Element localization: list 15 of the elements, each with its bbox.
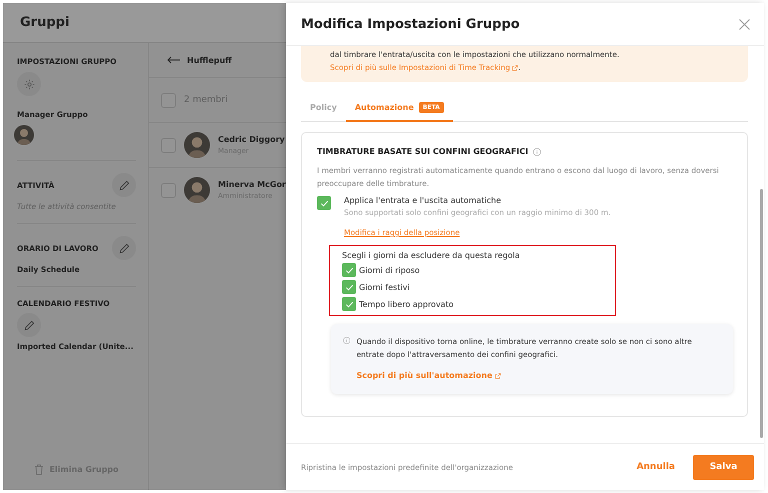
automation-link[interactable]: Scopri di più sull'automazione (356, 371, 502, 380)
member-name: Cedric Diggory (218, 135, 285, 144)
card-title: TIMBRATURE BASATE SUI CONFINI GEOGRAFICI (317, 147, 528, 156)
group-name: Hufflepuff (187, 56, 232, 64)
checkbox-label: Tempo libero approvato (359, 300, 454, 308)
checkbox-label: Giorni di riposo (359, 266, 420, 274)
save-button[interactable]: Salva (693, 454, 754, 480)
tab[interactable]: Policy (301, 94, 346, 122)
page-title: Gruppi (20, 15, 70, 30)
panel-title: Modifica Impostazioni Gruppo (301, 16, 520, 32)
exclusion-title: Scegli i giorni da escludere da questa regola (342, 251, 521, 260)
checkbox-label: Applica l'entrata e l'uscita automatiche (344, 196, 502, 205)
checkbox-label: Giorni festivi (359, 282, 410, 292)
cancel-button[interactable]: Annulla (630, 461, 681, 473)
member-name: Minerva McGor (218, 180, 286, 189)
